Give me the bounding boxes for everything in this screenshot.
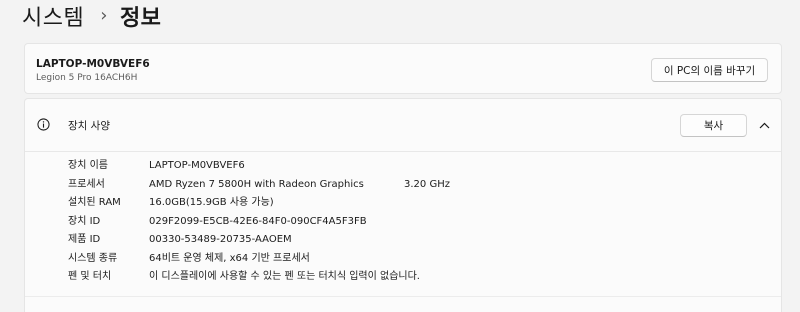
spec-value: 16.0GB(15.9GB 사용 가능) — [149, 197, 274, 208]
device-specs-card: 장치 사양 복사 장치 이름 LAPTOP-M0VBVEF6 프로세서 AMD … — [24, 98, 782, 312]
page-title: 정보 — [119, 6, 162, 31]
processor-speed: 3.20 GHz — [404, 178, 450, 190]
spec-label: 시스템 종류 — [68, 252, 118, 264]
spec-label: 장치 이름 — [68, 160, 108, 171]
spec-row-processor: 프로세서 AMD Ryzen 7 5800H with Radeon Graph… — [68, 176, 781, 195]
breadcrumb-parent-system[interactable]: 시스템 — [22, 0, 84, 32]
breadcrumb-separator-icon: › — [100, 4, 108, 26]
spec-row-product-id: 제품 ID 00330-53489-20735-AAOEM — [68, 231, 781, 250]
spec-value: 64비트 운영 체제, x64 기반 프로세서 — [149, 252, 310, 264]
spec-row-system-type: 시스템 종류 64비트 운영 체제, x64 기반 프로세서 — [68, 250, 781, 269]
spec-label: 펜 및 터치 — [68, 271, 112, 282]
device-card: LAPTOP-M0VBVEF6 Legion 5 Pro 16ACH6H 이 P… — [24, 43, 782, 94]
breadcrumb: 시스템 › 정보 — [22, 0, 161, 32]
spec-row-pen-touch: 펜 및 터치 이 디스플레이에 사용할 수 있는 펜 또는 터치식 입력이 없습… — [68, 268, 781, 287]
chevron-up-icon — [759, 122, 769, 128]
device-specs-title: 장치 사양 — [68, 120, 110, 132]
device-specs-list: 장치 이름 LAPTOP-M0VBVEF6 프로세서 AMD Ryzen 7 5… — [68, 157, 781, 287]
device-specs-header[interactable]: 장치 사양 복사 — [25, 99, 781, 152]
spec-value: 이 디스플레이에 사용할 수 있는 펜 또는 터치식 입력이 없습니다. — [149, 271, 420, 282]
device-model: Legion 5 Pro 16ACH6H — [36, 73, 138, 83]
spec-label: 장치 ID — [68, 215, 101, 227]
spec-label: 설치된 RAM — [68, 197, 121, 208]
collapse-button[interactable] — [755, 116, 773, 134]
spec-label: 프로세서 — [68, 178, 105, 190]
divider — [25, 296, 781, 297]
device-name: LAPTOP-M0VBVEF6 — [36, 58, 150, 70]
spec-value: 00330-53489-20735-AAOEM — [149, 234, 292, 245]
spec-row-ram: 설치된 RAM 16.0GB(15.9GB 사용 가능) — [68, 194, 781, 213]
rename-pc-button[interactable]: 이 PC의 이름 바꾸기 — [651, 58, 768, 82]
spec-value: AMD Ryzen 7 5800H with Radeon Graphics — [149, 178, 364, 190]
spec-value: LAPTOP-M0VBVEF6 — [149, 160, 245, 171]
spec-row-device-name: 장치 이름 LAPTOP-M0VBVEF6 — [68, 157, 781, 176]
info-icon — [37, 118, 50, 131]
copy-button[interactable]: 복사 — [680, 114, 747, 137]
spec-value: 029F2099-E5CB-42E6-84F0-090CF4A5F3FB — [149, 215, 367, 227]
spec-row-device-id: 장치 ID 029F2099-E5CB-42E6-84F0-090CF4A5F3… — [68, 213, 781, 232]
spec-label: 제품 ID — [68, 234, 101, 245]
